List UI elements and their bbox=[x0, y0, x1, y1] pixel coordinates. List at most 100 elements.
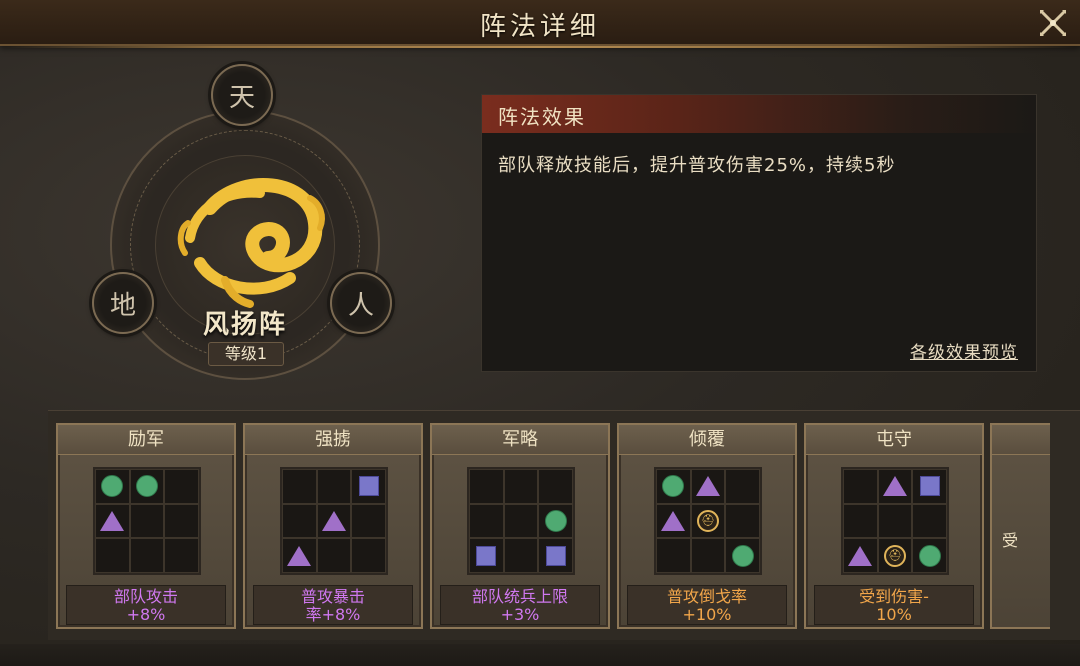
grid-cell bbox=[351, 503, 386, 539]
circle-unit-icon bbox=[918, 544, 941, 567]
circle-unit-icon bbox=[544, 509, 567, 532]
level-preview-link[interactable]: 各级效果预览 bbox=[910, 338, 1018, 363]
grid-cell bbox=[316, 503, 352, 539]
grid-cell bbox=[129, 538, 165, 573]
grid-cell bbox=[282, 469, 317, 504]
grid-cell bbox=[469, 503, 504, 539]
circle-unit-icon bbox=[135, 475, 158, 498]
card-effect-line: 普攻倒戈率 bbox=[666, 587, 747, 606]
commander-unit-icon: ⛑ bbox=[883, 544, 906, 567]
grid-cell bbox=[351, 469, 386, 504]
grid-cell bbox=[316, 469, 352, 504]
card-effect: 受到伤害- 10% bbox=[814, 585, 974, 625]
formation-level: 等级1 bbox=[208, 342, 284, 366]
triangle-unit-icon bbox=[661, 510, 686, 531]
grid-cell bbox=[690, 469, 726, 504]
grid-cell bbox=[538, 538, 573, 573]
grid-cell: ⛑ bbox=[877, 538, 913, 573]
card-effect-line: 10% bbox=[876, 605, 912, 624]
formation-grid bbox=[280, 467, 388, 575]
formation-cards-bar: 励军 部队攻击 +8% 强掳 普攻暴击 率+8% 军略 部队统兵上限 +3% 倾覆 ⛑ 普攻倒戈率 +1… bbox=[48, 410, 1080, 640]
grid-cell bbox=[503, 538, 539, 573]
grid-cell bbox=[95, 469, 130, 504]
circle-unit-icon bbox=[101, 475, 124, 498]
card-effect: 普攻倒戈率 +10% bbox=[627, 585, 787, 625]
grid-cell bbox=[725, 538, 760, 573]
formation-grid: ⛑ bbox=[841, 467, 949, 575]
card-effect-line: 部队统兵上限 bbox=[471, 587, 568, 606]
grid-cell bbox=[877, 469, 913, 504]
grid-cell bbox=[164, 538, 199, 573]
triangle-unit-icon bbox=[287, 545, 312, 566]
grid-cell bbox=[95, 538, 130, 573]
effect-header: 阵法效果 bbox=[482, 95, 1038, 133]
triangle-unit-icon bbox=[848, 545, 873, 566]
square-unit-icon bbox=[476, 545, 497, 566]
card-effect-line: 受到伤害- bbox=[859, 587, 929, 606]
card-title: 强掳 bbox=[245, 425, 421, 455]
grid-cell: ⛑ bbox=[690, 503, 726, 539]
formation-card[interactable]: 军略部队统兵上限 +3% bbox=[430, 423, 610, 629]
grid-cell bbox=[469, 538, 504, 573]
formation-card-partial[interactable]: 受 bbox=[990, 423, 1050, 629]
close-icon bbox=[1040, 10, 1066, 36]
grid-cell bbox=[95, 503, 130, 539]
card-effect: 普攻暴击 率+8% bbox=[253, 585, 413, 625]
grid-cell bbox=[164, 503, 199, 539]
formation-detail-window: 阵法详细 天 地 人 风扬阵 等级1 阵法效果 部队释放技能后，提升普攻伤害25… bbox=[0, 0, 1080, 666]
card-effect-line: +8% bbox=[126, 605, 166, 624]
formation-card[interactable]: 励军 部队攻击 +8% bbox=[56, 423, 236, 629]
grid-cell bbox=[912, 538, 947, 573]
formation-card[interactable]: 倾覆 ⛑ 普攻倒戈率 +10% bbox=[617, 423, 797, 629]
grid-cell bbox=[656, 503, 691, 539]
effect-description: 部队释放技能后，提升普攻伤害25%，持续5秒 bbox=[498, 155, 896, 176]
card-effect: 部队统兵上限 +3% bbox=[440, 585, 600, 625]
circle-unit-icon bbox=[731, 544, 754, 567]
circle-unit-icon bbox=[662, 475, 685, 498]
partial-card-text: 受 bbox=[1002, 531, 1019, 550]
grid-cell bbox=[351, 538, 386, 573]
close-button[interactable] bbox=[1036, 6, 1070, 40]
grid-cell bbox=[538, 469, 573, 504]
square-unit-icon bbox=[545, 545, 566, 566]
grid-cell bbox=[843, 469, 878, 504]
formation-card[interactable]: 强掳普攻暴击 率+8% bbox=[243, 423, 423, 629]
triangle-unit-icon bbox=[695, 476, 720, 497]
grid-cell bbox=[725, 469, 760, 504]
card-effect-line: +3% bbox=[500, 605, 540, 624]
grid-cell bbox=[725, 503, 760, 539]
effect-panel: 阵法效果 部队释放技能后，提升普攻伤害25%，持续5秒 各级效果预览 bbox=[481, 94, 1038, 372]
node-human: 人 bbox=[330, 272, 392, 334]
card-effect-line: +10% bbox=[682, 605, 732, 624]
formation-grid bbox=[93, 467, 201, 575]
grid-cell bbox=[316, 538, 352, 573]
triangle-unit-icon bbox=[100, 510, 125, 531]
window-title: 阵法详细 bbox=[479, 12, 600, 42]
effect-title: 阵法效果 bbox=[498, 105, 586, 129]
grid-cell bbox=[912, 469, 947, 504]
grid-cell bbox=[282, 503, 317, 539]
card-effect-line: 普攻暴击 bbox=[300, 587, 365, 606]
grid-cell bbox=[843, 503, 878, 539]
grid-cell bbox=[877, 503, 913, 539]
card-effect-line: 率+8% bbox=[305, 605, 361, 624]
triangle-unit-icon bbox=[321, 510, 346, 531]
grid-cell bbox=[538, 503, 573, 539]
title-bar: 阵法详细 bbox=[0, 0, 1080, 48]
grid-cell bbox=[503, 503, 539, 539]
formation-card[interactable]: 屯守 ⛑ 受到伤害- 10% bbox=[804, 423, 984, 629]
commander-unit-icon: ⛑ bbox=[696, 509, 719, 532]
formation-grid bbox=[467, 467, 575, 575]
grid-cell bbox=[164, 469, 199, 504]
wind-swirl-icon bbox=[177, 178, 325, 308]
grid-cell bbox=[656, 538, 691, 573]
formation-name: 风扬阵 bbox=[202, 310, 287, 340]
square-unit-icon bbox=[358, 476, 379, 497]
grid-cell bbox=[129, 469, 165, 504]
formation-grid: ⛑ bbox=[654, 467, 762, 575]
node-heaven: 天 bbox=[211, 64, 273, 126]
grid-cell bbox=[282, 538, 317, 573]
card-title: 军略 bbox=[432, 425, 608, 455]
card-title: 励军 bbox=[58, 425, 234, 455]
triangle-unit-icon bbox=[882, 476, 907, 497]
